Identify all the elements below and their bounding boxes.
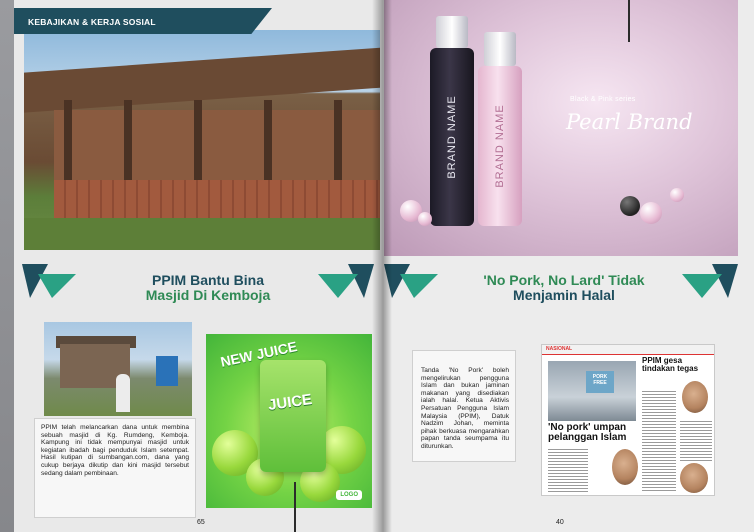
juice-advertisement: JUICE NEW JUICE LOGO (206, 334, 372, 508)
pearl (640, 202, 662, 224)
left-body-text: PPIM telah melancarkan dana untuk membin… (34, 418, 196, 518)
bottle-cap (436, 16, 468, 48)
headline-line-1: 'No Pork, No Lard' Tidak (483, 272, 645, 288)
section-tag: KEBAJIKAN & KERJA SOSIAL (14, 8, 272, 34)
pink-bottle: BRAND NAME (478, 32, 522, 226)
ad-series: Black & Pink series (570, 96, 636, 103)
triangle-decoration-right (318, 264, 374, 298)
juice-carton (260, 360, 326, 472)
leader-line (294, 482, 296, 532)
clipping-text-column (642, 391, 676, 491)
person-photo (682, 381, 708, 413)
headline-line-2: Masjid Di Kemboja (145, 287, 271, 303)
person-photo (612, 449, 638, 485)
pork-free-sign: PORK FREE (586, 371, 614, 393)
triangle-decoration-right (682, 264, 738, 298)
pearl (418, 212, 432, 226)
village-photo (44, 322, 192, 416)
right-body-text: Tanda 'No Pork' boleh mengelirukan pengg… (412, 350, 516, 462)
leader-line (628, 0, 630, 42)
clipping-main-headline: 'No pork' umpan pelanggan Islam (548, 422, 627, 443)
bottle-cap (484, 32, 516, 66)
clipping-section: NASIONAL (546, 346, 573, 352)
water-tank (156, 356, 178, 386)
cosmetics-advertisement: BRAND NAME BRAND NAME Black & Pink serie… (384, 0, 738, 256)
brick-wall (54, 180, 380, 220)
triangle-decoration-left (384, 264, 438, 298)
black-pearl (620, 196, 640, 216)
dark-bottle: BRAND NAME (430, 16, 474, 226)
person (116, 374, 130, 412)
ad-brand-title: Pearl Brand (566, 110, 693, 134)
newspaper-clipping: NASIONAL PORK FREE 'No pork' umpan pelan… (541, 344, 715, 496)
book-spine (372, 0, 392, 532)
ad-logo: LOGO (336, 490, 362, 500)
left-headline: PPIM Bantu Bina Masjid Di Kemboja (98, 258, 318, 318)
clipping-text-column (680, 421, 712, 461)
right-headline: 'No Pork, No Lard' Tidak Menjamin Halal (448, 258, 680, 318)
page-number-right: 40 (556, 519, 564, 526)
bottle-brand-text: BRAND NAME (446, 95, 458, 179)
headline-line-1: PPIM Bantu Bina (151, 272, 264, 288)
clipping-text-column (548, 449, 588, 493)
triangle-decoration-left (22, 264, 76, 298)
pearl (670, 188, 684, 202)
person-photo (680, 463, 708, 493)
clipping-side-headline: PPIM gesa tindakan tegas (642, 356, 699, 373)
magazine-spread: KEBAJIKAN & KERJA SOSIAL PPIM Bantu Bina… (0, 0, 754, 532)
roof (24, 46, 380, 114)
bottle-brand-text: BRAND NAME (494, 104, 506, 188)
ground (24, 218, 380, 250)
headline-line-2: Menjamin Halal (513, 287, 615, 303)
page-number-left: 65 (197, 519, 205, 526)
mosque-construction-photo (24, 30, 380, 250)
